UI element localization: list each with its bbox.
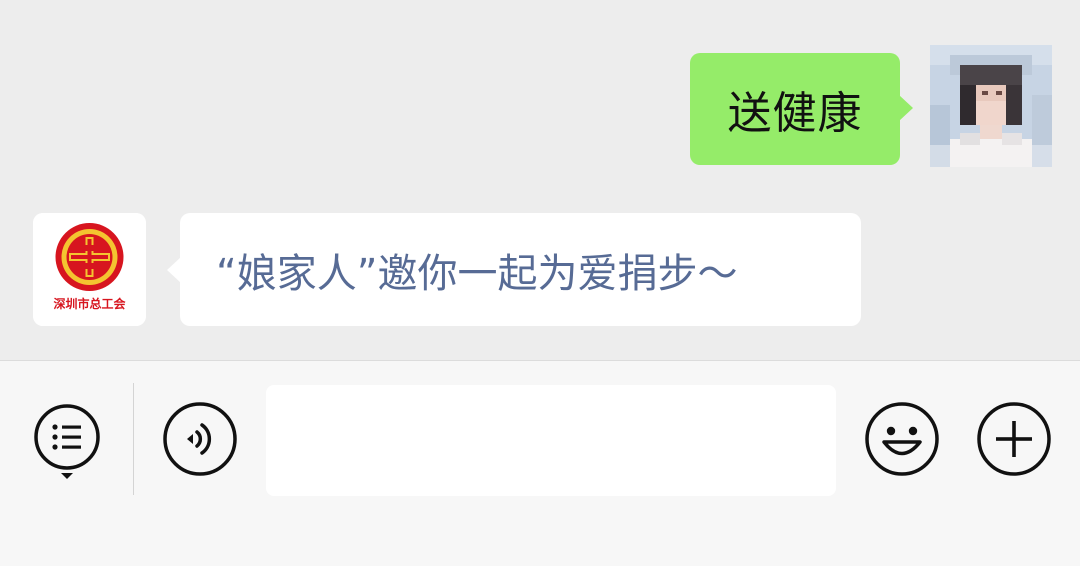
user-avatar[interactable] [930, 45, 1052, 167]
input-bar-divider [133, 383, 134, 495]
user-avatar-image [930, 45, 1052, 167]
voice-icon[interactable] [162, 401, 238, 477]
sender-avatar[interactable]: 深圳市总工会 [33, 213, 146, 326]
emoji-icon[interactable] [864, 401, 940, 477]
message-input[interactable] [266, 385, 836, 496]
incoming-message-text[interactable]: “娘家人”邀你一起为爱捐步～ [216, 241, 737, 299]
message-list[interactable]: 送健康 深圳市总工会 “娘家人”邀你一起为爱捐步～ [0, 0, 1080, 360]
plus-icon[interactable] [976, 401, 1052, 477]
outgoing-message-bubble[interactable]: 送健康 [690, 53, 913, 165]
chat-screen: 送健康 深圳市总工会 “娘家人”邀你一起为爱捐步～ [0, 0, 1080, 566]
outgoing-message-text: 送健康 [727, 88, 863, 139]
sender-avatar-caption: 深圳市总工会 [53, 297, 126, 311]
input-bar [0, 360, 1080, 566]
incoming-message-bubble[interactable]: “娘家人”邀你一起为爱捐步～ [167, 213, 861, 326]
menu-list-icon[interactable] [33, 401, 101, 481]
